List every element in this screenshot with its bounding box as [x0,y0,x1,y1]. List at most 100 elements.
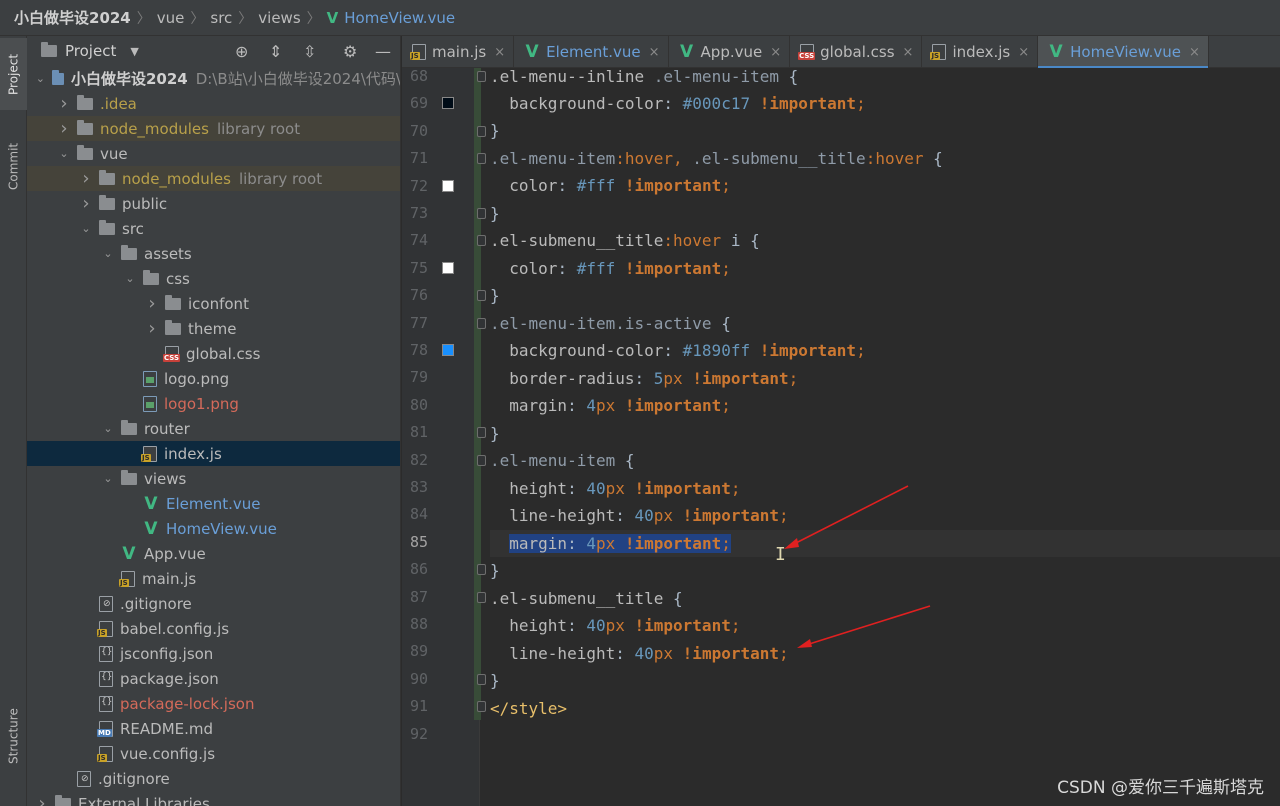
tree-item-label: vue.config.js [120,744,216,763]
chevron-right-icon[interactable]: › [145,318,159,339]
fold-marker-icon[interactable] [477,290,486,302]
fold-marker-icon[interactable] [477,673,486,685]
tree-item[interactable]: ›package-lock.json [27,691,400,716]
tool-tab-project[interactable]: Project [0,38,27,110]
code-editor[interactable]: 68 69 70 71 72 73 74 75 76 77 78 79 80 81 82 83 84 85 86 87… [402,68,1280,806]
chevron-down-icon[interactable]: ⌄ [123,272,137,285]
editor-tab[interactable]: JS main.js × [402,36,515,68]
color-swatch[interactable] [442,179,454,192]
editor-tab[interactable]: V Element.vue × [514,36,669,68]
tree-item[interactable]: ›JSindex.js [27,441,400,466]
chevron-down-icon[interactable]: ⌄ [101,247,115,260]
tree-item[interactable]: ›CSSglobal.css [27,341,400,366]
fold-marker-icon[interactable] [477,701,486,713]
tree-item[interactable]: ›JSvue.config.js [27,741,400,766]
fold-marker-icon[interactable] [477,235,486,247]
fold-marker-icon[interactable] [477,591,486,603]
tree-item[interactable]: ›VApp.vue [27,541,400,566]
gitignore-file-icon [77,770,91,787]
tree-item[interactable]: ›VElement.vue [27,491,400,516]
tree-item[interactable]: ⌄ src [27,216,400,241]
breadcrumb-dir-src[interactable]: src [210,9,232,27]
editor-tab[interactable]: CSS global.css × [790,36,923,68]
fold-marker-icon[interactable] [477,454,486,466]
locate-icon[interactable]: ⊕ [235,42,248,61]
tree-item[interactable]: ›logo1.png [27,391,400,416]
vue-file-icon: V [525,42,539,62]
color-swatch[interactable] [442,344,454,356]
chevron-down-icon[interactable]: ⌄ [101,472,115,485]
tree-item[interactable]: ⌄ router [27,416,400,441]
collapse-all-icon[interactable]: ⇳ [303,42,316,61]
chevron-right-icon[interactable]: › [145,293,159,314]
tree-item[interactable]: ›jsconfig.json [27,641,400,666]
tree-item[interactable]: ⌄ css [27,266,400,291]
chevron-right-icon[interactable]: › [57,118,71,139]
tool-tab-structure[interactable]: Structure [0,696,27,776]
close-icon[interactable]: × [770,45,781,60]
project-panel-title[interactable]: Project [65,42,116,60]
dropdown-caret-icon[interactable]: ▼ [130,45,138,58]
close-icon[interactable]: × [494,45,505,60]
fold-marker-icon[interactable] [477,317,486,329]
tree-item-label: src [122,219,144,238]
line-number: 78 [409,341,428,359]
close-icon[interactable]: × [1018,45,1029,60]
editor-tab[interactable]: V HomeView.vue × [1038,36,1209,69]
fold-marker-icon[interactable] [477,564,486,576]
tree-item-label: global.css [186,344,261,363]
tree-item[interactable]: › .idea [27,91,400,116]
tree-item[interactable]: ›VHomeView.vue [27,516,400,541]
close-icon[interactable]: × [1189,45,1200,60]
chevron-down-icon[interactable]: ⌄ [57,147,71,160]
close-icon[interactable]: × [903,45,914,60]
breadcrumb-dir-views[interactable]: views [258,9,300,27]
chevron-right-icon[interactable]: › [79,193,93,214]
breadcrumb-file[interactable]: HomeView.vue [344,9,455,27]
tree-item[interactable]: ›.gitignore [27,591,400,616]
tree-item[interactable]: › node_modules library root [27,116,400,141]
tree-item[interactable]: ⌄ views [27,466,400,491]
tree-item[interactable]: ⌄ assets [27,241,400,266]
tree-item[interactable]: ›MDREADME.md [27,716,400,741]
fold-marker-icon[interactable] [477,153,486,165]
tree-item[interactable]: ›.gitignore [27,766,400,791]
fold-marker-icon[interactable] [477,71,486,82]
fold-marker-icon[interactable] [477,208,486,219]
expand-all-icon[interactable]: ⇕ [269,42,282,61]
tree-item[interactable]: › theme [27,316,400,341]
chevron-right-icon[interactable]: › [35,793,49,806]
tree-item-label: node_modules [100,119,209,138]
breadcrumb-dir-vue[interactable]: vue [157,9,185,27]
chevron-down-icon[interactable]: ⌄ [79,222,93,235]
code-line: margin: 4 px !important; [509,396,731,415]
tree-item[interactable]: ›logo.png [27,366,400,391]
chevron-down-icon[interactable]: ⌄ [101,422,115,435]
tool-tab-commit[interactable]: Commit [0,130,27,202]
editor-tab[interactable]: V App.vue × [669,36,791,68]
close-icon[interactable]: × [649,45,660,60]
chevron-right-icon[interactable]: › [57,93,71,114]
code-line: background-color: #1890ff !important; [509,341,866,360]
tree-item[interactable]: › iconfont [27,291,400,316]
tree-item[interactable]: ›package.json [27,666,400,691]
breadcrumb-project[interactable]: 小白做毕设2024 [14,7,131,28]
tree-item[interactable]: ›JSmain.js [27,566,400,591]
fold-marker-icon[interactable] [477,427,486,439]
tree-item[interactable]: › node_modules library root [27,166,400,191]
color-swatch[interactable] [442,261,454,274]
tree-item[interactable]: ⌄ 小白做毕设2024 D:\B站\小白做毕设2024\代码\ [27,66,400,91]
tree-item[interactable]: ›JSbabel.config.js [27,616,400,641]
chevron-down-icon[interactable]: ⌄ [35,72,46,85]
js-file-icon: JS [141,445,157,462]
tree-item[interactable]: ⌄ vue [27,141,400,166]
folder-icon [165,294,181,310]
fold-marker-icon[interactable] [477,125,486,137]
minimize-icon[interactable]: — [375,42,391,61]
gear-icon[interactable]: ⚙ [343,42,357,61]
tree-item[interactable]: › External Libraries [27,791,400,806]
editor-tab[interactable]: JS index.js × [922,36,1039,68]
tree-item[interactable]: › public [27,191,400,216]
color-swatch[interactable] [442,97,454,110]
chevron-right-icon[interactable]: › [79,168,93,189]
